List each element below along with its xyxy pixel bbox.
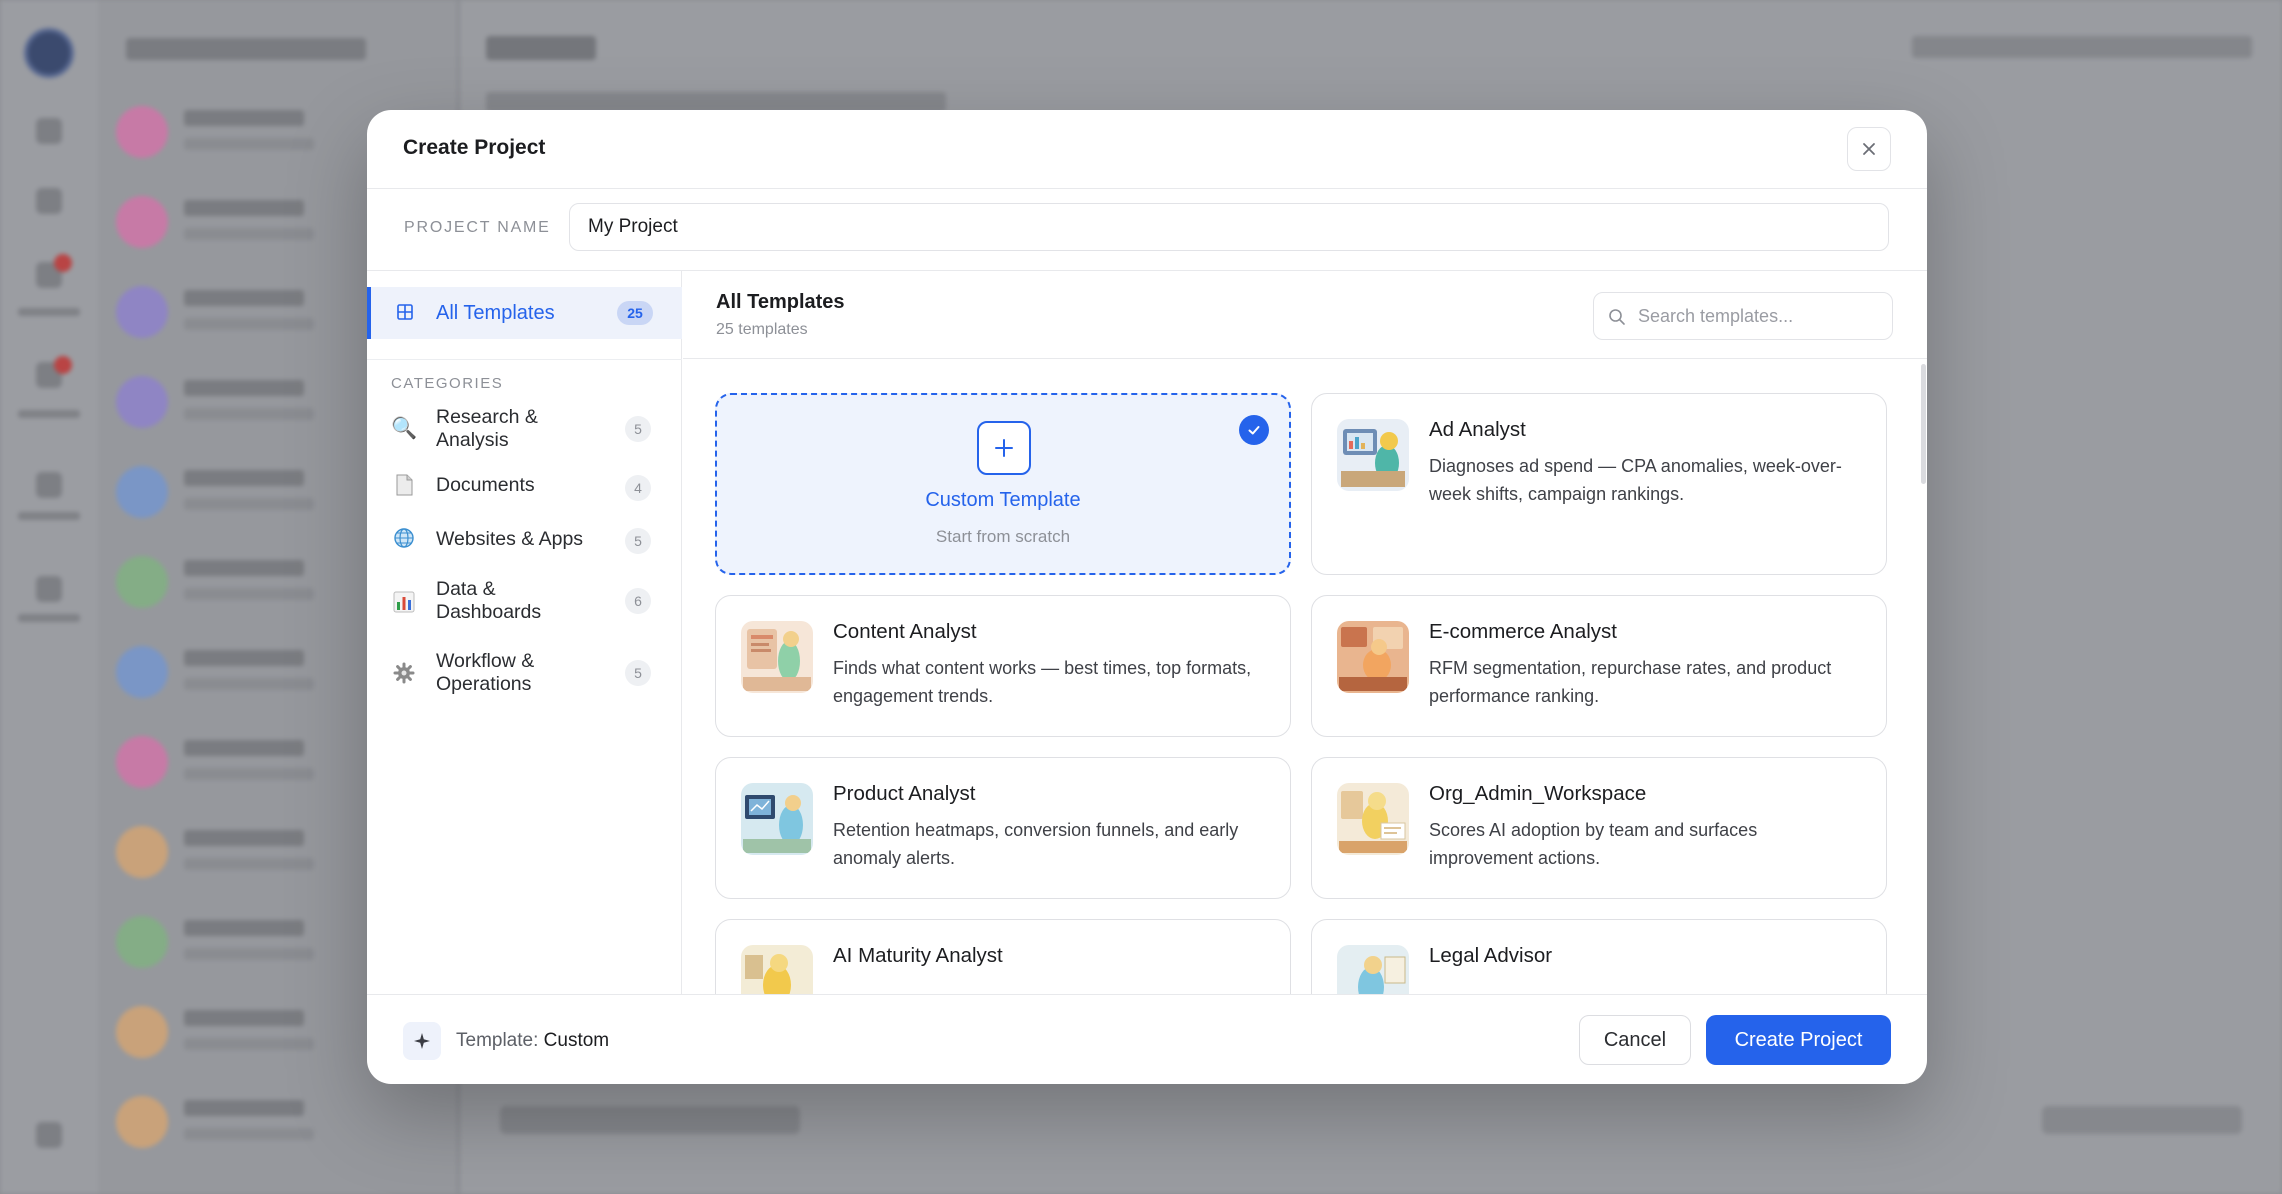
- modal-header: Create Project: [367, 110, 1927, 189]
- template-description: Finds what content works — best times, t…: [833, 658, 1252, 706]
- template-name: Legal Advisor: [1429, 944, 1553, 967]
- template-name: Content Analyst: [833, 620, 977, 643]
- magnifier-icon: 🔍: [391, 417, 418, 440]
- count-badge: 6: [625, 588, 651, 614]
- sidebar-item-data-dashboards[interactable]: Data & Dashboards 6: [367, 569, 682, 629]
- create-project-modal: Create Project PROJECT NAME All Template…: [367, 110, 1927, 1084]
- template-name: Product Analyst: [833, 782, 976, 805]
- template-description: Scores AI adoption by team and surfaces …: [1429, 820, 1758, 868]
- create-project-button[interactable]: Create Project: [1706, 1015, 1891, 1065]
- search-box: [1593, 292, 1893, 340]
- close-button[interactable]: [1847, 127, 1891, 171]
- project-name-row: PROJECT NAME: [367, 189, 1927, 271]
- templates-panel: All Templates 25 templates Custom Templa…: [683, 271, 1927, 994]
- sidebar-item-label: Websites & Apps: [436, 528, 584, 550]
- count-badge: 5: [625, 528, 651, 554]
- sidebar-item-label: Research & Analysis: [436, 406, 538, 451]
- sidebar-item-label: Data & Dashboards: [436, 578, 542, 623]
- template-card-ad-analyst[interactable]: Ad Analyst Diagnoses ad spend — CPA anom…: [1311, 393, 1887, 575]
- templates-grid: Custom Template Start from scratch Ad An…: [683, 360, 1927, 994]
- count-badge: 5: [625, 660, 651, 686]
- document-icon: [391, 473, 417, 499]
- sidebar-item-label: Workflow & Operations: [436, 650, 535, 695]
- selected-template-value: Custom: [543, 1030, 610, 1051]
- scrollbar[interactable]: [1921, 364, 1926, 484]
- ai-maturity-illustration: [741, 945, 813, 994]
- active-indicator: [367, 287, 371, 339]
- count-badge: 5: [625, 416, 651, 442]
- custom-template-subtitle: Start from scratch: [935, 527, 1071, 546]
- templates-header: All Templates 25 templates: [683, 271, 1927, 359]
- template-description: RFM segmentation, repurchase rates, and …: [1429, 658, 1832, 706]
- legal-advisor-illustration: [1337, 945, 1409, 994]
- gear-icon: [391, 662, 417, 688]
- template-card-product-analyst[interactable]: Product Analyst Retention heatmaps, conv…: [715, 757, 1291, 899]
- modal-title: Create Project: [403, 136, 546, 159]
- bar-chart-icon: [391, 591, 417, 617]
- template-description: Diagnoses ad spend — CPA anomalies, week…: [1429, 456, 1842, 504]
- search-icon: [1609, 309, 1625, 325]
- count-badge: 4: [625, 475, 651, 501]
- template-card-org-admin-workspace[interactable]: Org_Admin_Workspace Scores AI adoption b…: [1311, 757, 1887, 899]
- selected-template-prefix: Template:: [456, 1030, 539, 1051]
- cancel-button[interactable]: Cancel: [1579, 1015, 1691, 1065]
- org-admin-illustration: [1337, 783, 1409, 855]
- template-description: Retention heatmaps, conversion funnels, …: [833, 820, 1239, 868]
- project-name-label: PROJECT NAME: [404, 219, 551, 236]
- category-sidebar: All Templates 25 CATEGORIES 🔍 Research &…: [367, 271, 682, 994]
- template-name: AI Maturity Analyst: [833, 944, 1003, 967]
- modal-footer: Template: Custom Cancel Create Project: [367, 994, 1927, 1084]
- avatar: [24, 28, 74, 78]
- divider: [367, 359, 682, 360]
- sidebar-item-label: Documents: [436, 474, 535, 496]
- template-card-content-analyst[interactable]: Content Analyst Finds what content works…: [715, 595, 1291, 737]
- close-icon: [1863, 143, 1875, 155]
- template-card-ai-maturity-analyst[interactable]: AI Maturity Analyst: [715, 919, 1291, 994]
- sidebar-item-workflow-operations[interactable]: Workflow & Operations 5: [367, 643, 682, 703]
- background-rail: [0, 0, 98, 1194]
- plus-icon: [977, 421, 1031, 475]
- template-card-legal-advisor[interactable]: Legal Advisor: [1311, 919, 1887, 994]
- template-card-ecommerce-analyst[interactable]: E-commerce Analyst RFM segmentation, rep…: [1311, 595, 1887, 737]
- templates-count: 25 templates: [716, 321, 808, 338]
- count-badge: 25: [617, 301, 653, 325]
- product-analyst-illustration: [741, 783, 813, 855]
- content-analyst-illustration: [741, 621, 813, 693]
- template-name: Org_Admin_Workspace: [1429, 782, 1647, 805]
- globe-icon: [391, 527, 417, 553]
- template-name: Ad Analyst: [1429, 418, 1526, 441]
- sidebar-item-label: All Templates: [436, 302, 555, 324]
- sidebar-item-websites-apps[interactable]: Websites & Apps 5: [367, 515, 682, 575]
- search-input[interactable]: [1638, 293, 1888, 339]
- ad-analyst-illustration: [1337, 419, 1409, 491]
- categories-heading: CATEGORIES: [391, 375, 504, 392]
- grid-icon: [397, 304, 413, 320]
- sparkle-icon: [403, 1022, 441, 1060]
- sidebar-item-documents[interactable]: Documents 4: [367, 463, 682, 523]
- ecommerce-analyst-illustration: [1337, 621, 1409, 693]
- project-name-input[interactable]: [569, 203, 1889, 251]
- sidebar-item-research-analysis[interactable]: 🔍 Research & Analysis 5: [367, 399, 682, 459]
- sidebar-item-all-templates[interactable]: All Templates 25: [367, 287, 682, 339]
- checkmark-icon: [1239, 415, 1269, 445]
- selected-template-info: Template: Custom: [456, 1030, 609, 1052]
- custom-template-name: Custom Template: [925, 489, 1081, 511]
- templates-title: All Templates: [716, 291, 845, 313]
- custom-template-card[interactable]: Custom Template Start from scratch: [715, 393, 1291, 575]
- template-name: E-commerce Analyst: [1429, 620, 1617, 643]
